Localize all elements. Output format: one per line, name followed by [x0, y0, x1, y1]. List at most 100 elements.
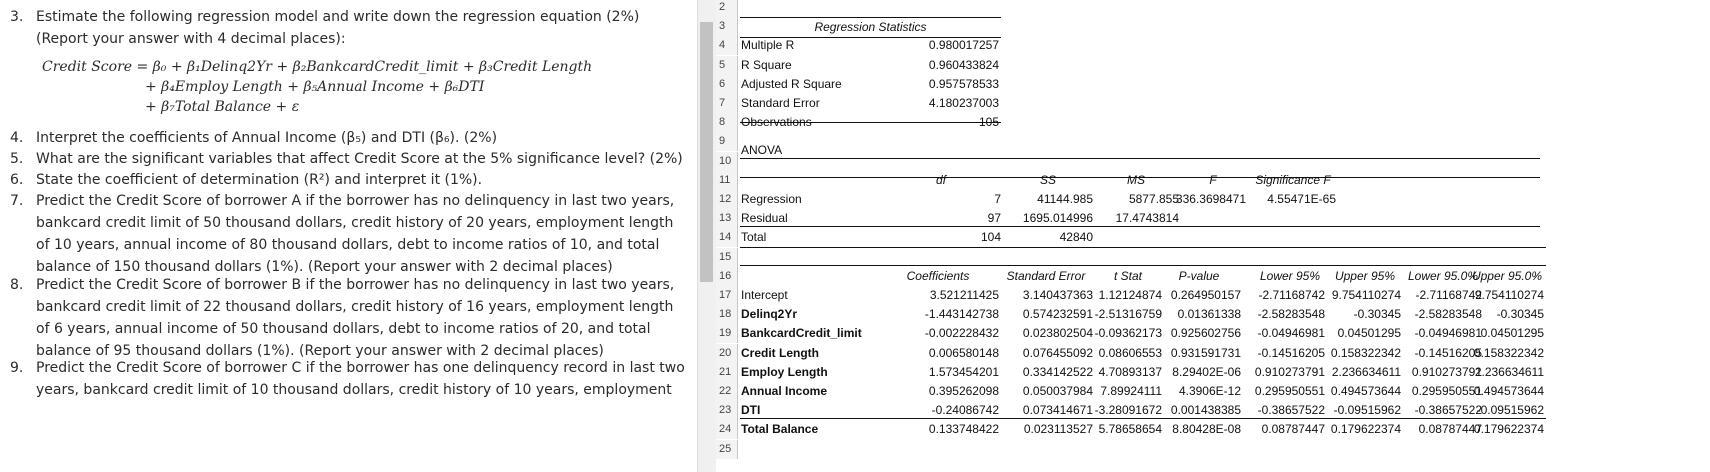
coefficient-cell: 0.133748422: [928, 422, 999, 437]
table-rule: [740, 158, 1540, 159]
row-header[interactable]: 3: [716, 17, 738, 37]
row-header[interactable]: 17: [716, 286, 738, 305]
row-header[interactable]: 13: [716, 209, 738, 229]
question-7: 7. Predict the Credit Score of borrower …: [10, 190, 690, 278]
table-rule: [740, 226, 1540, 227]
coefficient-cell: -0.002228432: [924, 326, 999, 341]
question-9: 9. Predict the Credit Score of borrower …: [10, 357, 690, 401]
coefficient-cell: 1.12124874: [1098, 288, 1162, 302]
anova-df-value: 7: [994, 192, 1001, 206]
coefficient-cell: 2.236634611: [1331, 364, 1401, 379]
assignment-document: 3. Estimate the following regression mod…: [0, 0, 700, 472]
question-8: 8. Predict the Credit Score of borrower …: [10, 274, 690, 362]
anova-ss-value: 42840: [1059, 230, 1093, 245]
row-header[interactable]: 15: [716, 247, 738, 267]
coefficient-cell: -0.09362173: [1094, 326, 1162, 341]
row-header[interactable]: 22: [716, 382, 738, 401]
question-number: 3.: [10, 9, 24, 25]
row-header[interactable]: 4: [716, 36, 738, 56]
question-text: Predict the Credit Score of borrower A i…: [36, 193, 675, 275]
anova-f-value: [1156, 228, 1246, 247]
equation-line-1: Credit Score = β₀ + β₁Delinq2Yr + β₂Bank…: [42, 59, 593, 75]
coefficient-cell: 0.158322342: [1330, 345, 1401, 360]
coefficient-cell: 5.78658654: [1098, 422, 1162, 437]
coefficients-header: Upper 95%: [1334, 268, 1396, 283]
anova-header: df: [935, 172, 946, 187]
coefficient-cell: 0.931591731: [1170, 345, 1241, 360]
row-header[interactable]: 9: [716, 132, 738, 152]
stat-label: R Square: [741, 57, 792, 72]
row-header[interactable]: 14: [716, 228, 738, 248]
row-header[interactable]: 19: [716, 324, 738, 344]
question-6: 6. State the coefficient of determinatio…: [10, 169, 690, 191]
coefficient-cell: -2.71168742: [1258, 288, 1325, 302]
coefficient-cell: 1.573454201: [928, 364, 999, 379]
row-header[interactable]: 16: [716, 266, 738, 286]
anova-sigf-value: [1246, 228, 1336, 247]
stat-label: Adjusted R Square: [741, 76, 842, 91]
coefficient-variable-label: Total Balance: [741, 422, 819, 437]
table-rule: [740, 247, 1546, 248]
row-header[interactable]: 23: [716, 401, 738, 421]
question-text: What are the significant variables that …: [36, 151, 683, 167]
coefficient-cell: 0.179622374: [1330, 422, 1401, 437]
anova-row-label: Total: [741, 230, 767, 245]
row-header[interactable]: 10: [716, 151, 738, 171]
row-header[interactable]: 25: [716, 439, 738, 459]
coefficient-cell: 0.910273791: [1254, 364, 1325, 379]
anova-sigf-value: 4.55471E-65: [1267, 192, 1336, 206]
question-number: 7.: [10, 193, 24, 209]
coefficient-cell: 0.295950551: [1254, 384, 1325, 398]
question-text: Predict the Credit Score of borrower C i…: [36, 360, 685, 398]
scrollbar-thumb[interactable]: [700, 22, 713, 282]
coefficient-cell: 0.158322342: [1473, 345, 1544, 360]
stat-value: 0.980017257: [928, 38, 999, 53]
coefficient-cell: -0.30345: [1353, 307, 1401, 322]
coefficient-cell: 0.006580148: [928, 345, 999, 360]
vertical-scrollbar[interactable]: [697, 0, 716, 472]
coefficient-cell: 4.70893137: [1098, 364, 1162, 379]
table-rule: [740, 122, 1001, 123]
coefficient-cell: 9.754110274: [1331, 288, 1401, 302]
anova-f-value: 336.3698471: [1175, 192, 1246, 206]
row-header[interactable]: 2: [716, 0, 738, 17]
coefficients-header: P-value: [1178, 268, 1220, 283]
equation-line-3: + β₇Total Balance + ε: [145, 99, 300, 115]
row-header[interactable]: 8: [716, 113, 738, 133]
coefficient-cell: -2.51316759: [1094, 307, 1162, 322]
coefficient-cell: 0.08787447: [1261, 422, 1325, 437]
regression-output-sheet: 2 3 4 5 6 7 8 9 10 11 12 13 14 15 16 17 18 19 20 21 22 23 24 25…: [716, 0, 1710, 472]
question-number: 4.: [10, 130, 24, 146]
row-header[interactable]: 24: [716, 420, 738, 440]
coefficient-cell: 0.04501295: [1480, 326, 1544, 341]
coefficient-cell: 0.494573644: [1330, 384, 1401, 398]
row-header[interactable]: 7: [716, 94, 738, 113]
coefficient-cell: -0.14516205: [1257, 345, 1325, 360]
anova-header: Significance F: [1255, 172, 1331, 187]
coefficient-cell: 4.3906E-12: [1178, 384, 1241, 398]
row-header[interactable]: 11: [716, 170, 738, 190]
row-header[interactable]: 21: [716, 362, 738, 382]
row-header[interactable]: 18: [716, 305, 738, 325]
row-header[interactable]: 6: [716, 74, 738, 94]
stat-value: 4.180237003: [928, 96, 999, 110]
anova-row-label: Regression: [741, 192, 802, 206]
row-header[interactable]: 12: [716, 190, 738, 209]
coefficient-cell: -0.04946981: [1257, 326, 1325, 341]
coefficient-cell: 9.754110274: [1474, 288, 1544, 302]
coefficient-cell: 8.80428E-08: [1172, 422, 1241, 437]
coefficient-variable-label: Annual Income: [741, 384, 828, 398]
coefficient-variable-label: Credit Length: [741, 345, 819, 360]
anova-header: SS: [1039, 172, 1056, 187]
coefficient-variable-label: Intercept: [741, 288, 788, 302]
row-header[interactable]: 20: [716, 343, 738, 363]
question-number: 6.: [10, 172, 24, 188]
question-text: Interpret the coefficients of Annual Inc…: [36, 130, 498, 146]
coefficient-variable-label: Employ Length: [741, 364, 828, 379]
coefficient-cell: -1.443142738: [924, 307, 999, 322]
coefficient-cell: -2.58283548: [1257, 307, 1325, 322]
row-header[interactable]: 5: [716, 55, 738, 75]
coefficient-cell: 2.236634611: [1474, 364, 1544, 379]
coefficient-cell: 8.29402E-06: [1172, 364, 1241, 379]
stat-value: 0.957578533: [928, 76, 999, 91]
